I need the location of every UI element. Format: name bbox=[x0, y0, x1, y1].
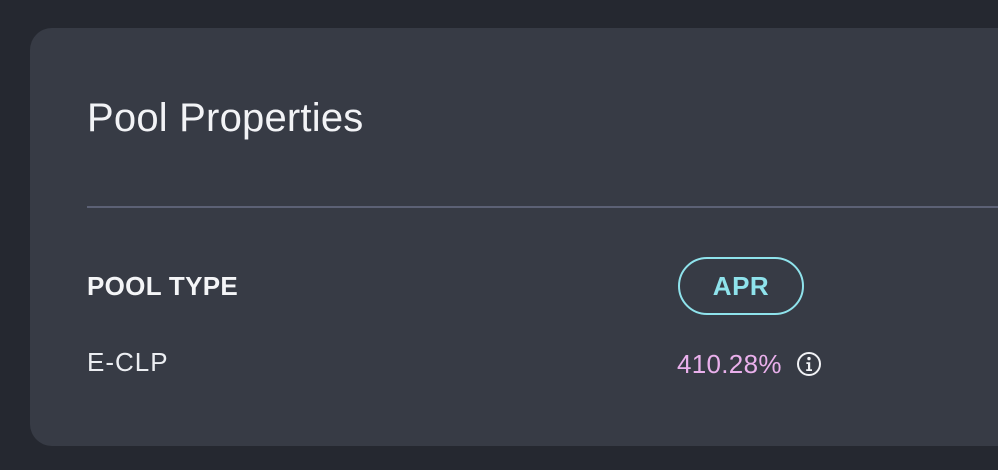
apr-button[interactable]: APR bbox=[678, 257, 804, 315]
apr-value: 410.28% bbox=[677, 349, 782, 379]
info-icon-svg bbox=[796, 352, 821, 376]
info-icon[interactable] bbox=[796, 351, 822, 377]
pool-type-label: POOL TYPE bbox=[87, 271, 239, 301]
divider bbox=[87, 206, 998, 208]
card-title: Pool Properties bbox=[87, 96, 364, 140]
apr-row: 410.28% bbox=[677, 348, 822, 380]
pool-properties-card: Pool Properties POOL TYPE E-CLP APR 410.… bbox=[30, 28, 998, 446]
pool-type-value: E-CLP bbox=[87, 347, 169, 377]
